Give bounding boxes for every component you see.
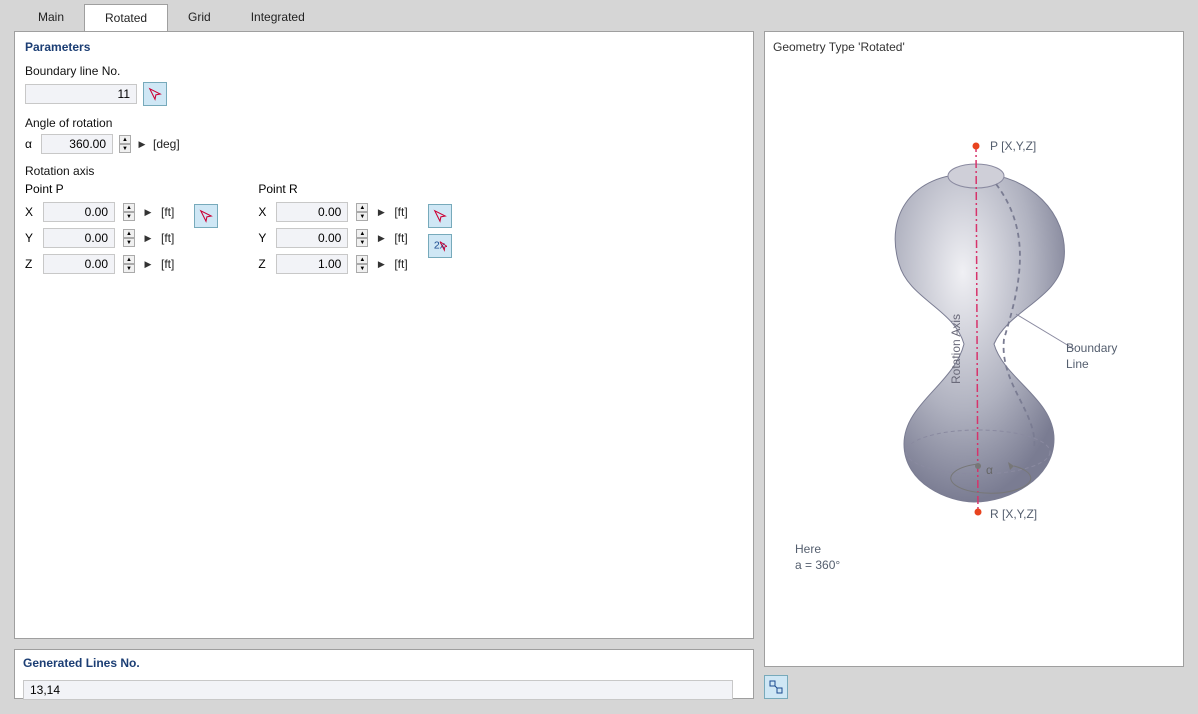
alpha-input[interactable]: [41, 134, 113, 154]
r-x-label: X: [258, 205, 268, 219]
p-x-spin-down[interactable]: ▼: [123, 212, 135, 221]
point-r-label: Point R: [258, 182, 407, 196]
svg-text:Boundary: Boundary: [1066, 341, 1117, 355]
ft-unit: [ft]: [394, 205, 407, 219]
parameters-title: Parameters: [25, 40, 743, 54]
svg-text:α: α: [986, 463, 993, 477]
p-z-spin-down[interactable]: ▼: [123, 264, 135, 273]
apply-arrow-icon[interactable]: ▶: [376, 203, 386, 221]
p-z-spin-up[interactable]: ▲: [123, 255, 135, 264]
p-y-spin-up[interactable]: ▲: [123, 229, 135, 238]
r-x-spin-down[interactable]: ▼: [356, 212, 368, 221]
alpha-symbol: α: [25, 137, 35, 151]
boundary-input[interactable]: [25, 84, 137, 104]
p-z-input[interactable]: [43, 254, 115, 274]
r-y-spin-down[interactable]: ▼: [356, 238, 368, 247]
apply-arrow-icon[interactable]: ▶: [137, 135, 147, 153]
axis-label: Rotation axis: [25, 164, 743, 178]
pick-two-points-button[interactable]: 2x: [428, 234, 452, 258]
svg-text:R [X,Y,Z]: R [X,Y,Z]: [990, 507, 1037, 521]
tab-main[interactable]: Main: [18, 4, 84, 31]
angle-label: Angle of rotation: [25, 116, 743, 130]
preview-title: Geometry Type 'Rotated': [773, 40, 1175, 54]
ft-unit: [ft]: [394, 257, 407, 271]
ft-unit: [ft]: [161, 231, 174, 245]
apply-arrow-icon[interactable]: ▶: [376, 255, 386, 273]
tab-rotated[interactable]: Rotated: [84, 4, 168, 31]
generated-lines-panel: Generated Lines No.: [14, 649, 754, 699]
tab-integrated[interactable]: Integrated: [231, 4, 325, 31]
p-x-label: X: [25, 205, 35, 219]
geometry-preview-svg: P [X,Y,Z] R [X,Y,Z] Rotation Axis Bounda…: [804, 114, 1144, 534]
preview-annotation: Here a = 360°: [795, 542, 840, 573]
tab-bar: Main Rotated Grid Integrated: [0, 0, 1198, 31]
p-x-input[interactable]: [43, 202, 115, 222]
r-z-spin-up[interactable]: ▲: [356, 255, 368, 264]
pick-point-r-button[interactable]: [428, 204, 452, 228]
svg-text:Line: Line: [1066, 357, 1089, 371]
ft-unit: [ft]: [161, 257, 174, 271]
generated-lines-input[interactable]: [23, 680, 733, 700]
p-y-label: Y: [25, 231, 35, 245]
point-p-label: Point P: [25, 182, 174, 196]
tab-grid[interactable]: Grid: [168, 4, 231, 31]
preview-expand-button[interactable]: [764, 675, 788, 699]
ft-unit: [ft]: [161, 205, 174, 219]
r-y-label: Y: [258, 231, 268, 245]
pick-point-p-button[interactable]: [194, 204, 218, 228]
r-y-input[interactable]: [276, 228, 348, 248]
alpha-unit: [deg]: [153, 137, 180, 151]
r-z-input[interactable]: [276, 254, 348, 274]
r-x-input[interactable]: [276, 202, 348, 222]
apply-arrow-icon[interactable]: ▶: [143, 229, 153, 247]
ft-unit: [ft]: [394, 231, 407, 245]
apply-arrow-icon[interactable]: ▶: [376, 229, 386, 247]
r-y-spin-up[interactable]: ▲: [356, 229, 368, 238]
r-z-label: Z: [258, 257, 268, 271]
preview-panel: Geometry Type 'Rotated': [764, 31, 1184, 667]
r-x-spin-up[interactable]: ▲: [356, 203, 368, 212]
apply-arrow-icon[interactable]: ▶: [143, 255, 153, 273]
svg-text:Rotation Axis: Rotation Axis: [949, 314, 963, 384]
svg-text:P [X,Y,Z]: P [X,Y,Z]: [990, 139, 1036, 153]
apply-arrow-icon[interactable]: ▶: [143, 203, 153, 221]
parameters-panel: Parameters Boundary line No. Angle of ro…: [14, 31, 754, 639]
p-x-spin-up[interactable]: ▲: [123, 203, 135, 212]
p-y-input[interactable]: [43, 228, 115, 248]
p-y-spin-down[interactable]: ▼: [123, 238, 135, 247]
alpha-spin-up[interactable]: ▲: [119, 135, 131, 144]
pick-cursor-button[interactable]: [143, 82, 167, 106]
r-z-spin-down[interactable]: ▼: [356, 264, 368, 273]
boundary-label: Boundary line No.: [25, 64, 743, 78]
generated-lines-title: Generated Lines No.: [23, 656, 745, 670]
alpha-spin-down[interactable]: ▼: [119, 144, 131, 153]
p-z-label: Z: [25, 257, 35, 271]
